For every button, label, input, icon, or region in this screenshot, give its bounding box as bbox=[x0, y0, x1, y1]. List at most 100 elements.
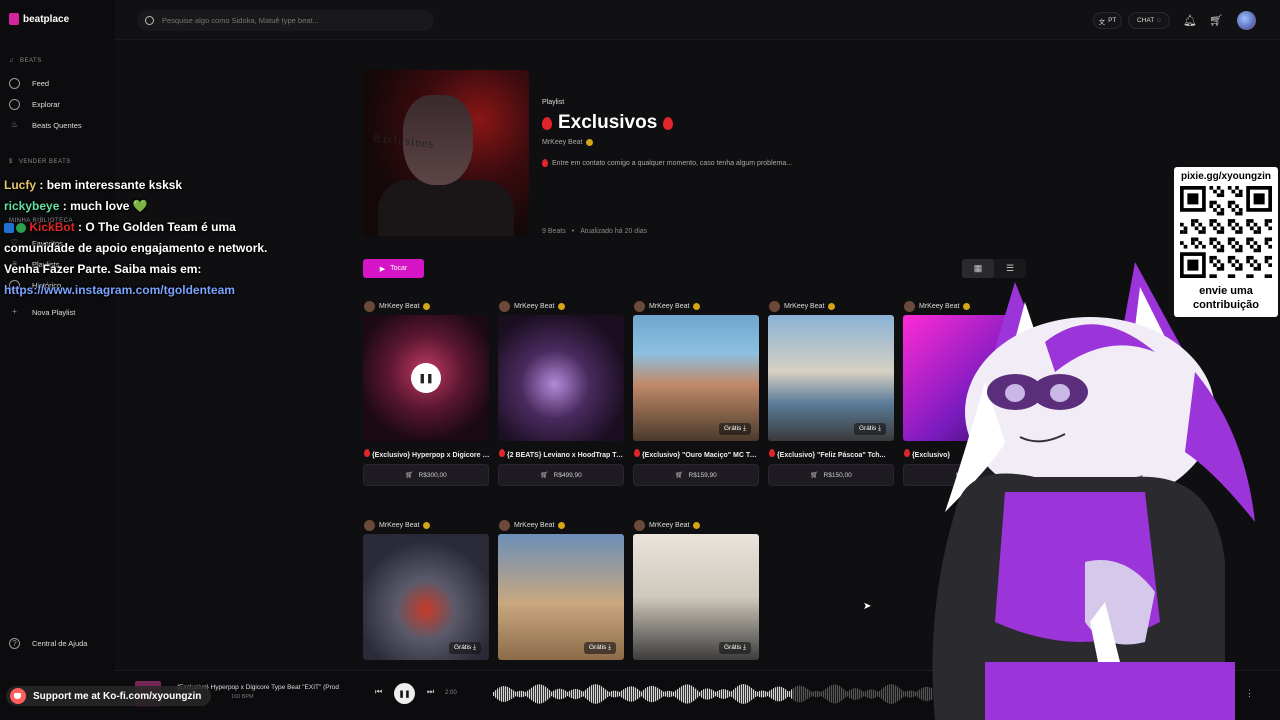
free-download-tag[interactable]: Grátis ⤓ bbox=[583, 642, 616, 654]
next-icon[interactable]: ⏭ bbox=[427, 687, 434, 697]
blood-drop-icon bbox=[499, 449, 505, 457]
beat-title[interactable]: {2 BEATS} Leviano x HoodTrap Type Beat bbox=[499, 449, 624, 459]
play-icon: ▶ bbox=[379, 265, 386, 273]
search-bar[interactable] bbox=[137, 10, 434, 31]
beat-author[interactable]: MrKeey Beat bbox=[364, 301, 431, 312]
cart-icon[interactable]: 🛒︎ bbox=[1209, 14, 1223, 27]
playlist-cover: 𝔈𝔵𝔠𝔩𝔲𝔰𝔦𝔳𝔬𝔰 bbox=[363, 70, 529, 236]
beat-author[interactable]: MrKeey Beat bbox=[364, 520, 431, 531]
verified-badge-icon bbox=[16, 222, 26, 233]
playlist-kind: Playlist bbox=[542, 99, 565, 106]
sidebar: beatplace ♫ BEATS Feed Explorar ♨ Beats … bbox=[0, 0, 115, 720]
current-time: 2:00 bbox=[445, 690, 457, 696]
author-avatar bbox=[499, 520, 510, 531]
beat-card[interactable]: MrKeey Beat Grátis ⤓ {Exclusivo} "Ouro Ma… bbox=[633, 301, 759, 491]
beat-card[interactable]: MrKeey Beat ❚❚ {Exclusivo} Hyperpop x Dig… bbox=[363, 301, 489, 491]
previous-icon[interactable]: ⏮ bbox=[375, 687, 382, 697]
beat-author[interactable]: MrKeey Beat bbox=[634, 520, 701, 531]
free-download-tag[interactable]: Grátis ⤓ bbox=[853, 423, 886, 435]
verified-badge-icon bbox=[693, 522, 701, 529]
bot-badges bbox=[4, 222, 26, 233]
beat-cover[interactable]: Grátis ⤓ bbox=[633, 315, 759, 441]
user-avatar[interactable] bbox=[1237, 11, 1256, 30]
waveform[interactable] bbox=[493, 682, 935, 706]
sidebar-item-help[interactable]: ? Central de Ajuda bbox=[9, 638, 87, 649]
beat-author[interactable]: MrKeey Beat bbox=[499, 301, 566, 312]
app-logo[interactable]: beatplace bbox=[9, 13, 69, 25]
cart-icon: 🛒︎ bbox=[675, 472, 684, 479]
kofi-cup-icon bbox=[10, 688, 26, 704]
free-download-tag[interactable]: Grátis ⤓ bbox=[718, 423, 751, 435]
beat-author[interactable]: MrKeey Beat bbox=[769, 301, 836, 312]
free-download-tag[interactable]: Grátis ⤓ bbox=[448, 642, 481, 654]
chat-button[interactable]: CHAT ◌ bbox=[1128, 12, 1170, 29]
beat-card[interactable]: MrKeey Beat Grátis ⤓ bbox=[633, 520, 759, 660]
chat-message: KickBot : O The Golden Team é uma comuni… bbox=[4, 220, 268, 276]
beat-card[interactable]: MrKeey Beat Grátis ⤓ bbox=[498, 520, 624, 660]
verified-badge-icon bbox=[586, 139, 594, 146]
top-bar: 文 PT CHAT ◌ 🔔︎ 🛒︎ bbox=[115, 0, 1280, 40]
music-note-icon: ♫ bbox=[9, 58, 14, 64]
search-input[interactable] bbox=[162, 16, 422, 25]
now-playing-bpm: 160 BPM bbox=[231, 694, 254, 700]
beat-cover[interactable]: ❚❚ bbox=[363, 315, 489, 441]
beat-author[interactable]: MrKeey Beat bbox=[499, 520, 566, 531]
language-button[interactable]: 文 PT bbox=[1093, 12, 1122, 29]
kofi-banner: Support me at Ko-fi.com/xyoungzin bbox=[6, 686, 212, 706]
stream-chat-overlay: Lucfy : bem interessante ksksk rickybeye… bbox=[4, 175, 304, 301]
pause-button[interactable]: ❚❚ bbox=[394, 683, 415, 704]
sidebar-item-feed[interactable]: Feed bbox=[9, 78, 49, 89]
playlist-title-row: Exclusivos bbox=[542, 112, 674, 134]
dollar-icon: $ bbox=[9, 159, 13, 165]
donation-url: pixie.gg/xyoungzin bbox=[1180, 171, 1271, 182]
author-avatar bbox=[364, 520, 375, 531]
help-icon: ? bbox=[9, 638, 20, 649]
beat-title[interactable]: {Exclusivo} Hyperpop x Digicore Type Bea… bbox=[364, 449, 489, 459]
plus-icon: + bbox=[12, 307, 17, 316]
beat-cover[interactable]: Grátis ⤓ bbox=[633, 534, 759, 660]
cart-icon: 🛒︎ bbox=[540, 472, 549, 479]
buy-button[interactable]: 🛒︎ R$300,00 bbox=[363, 464, 489, 486]
screen: beatplace ♫ BEATS Feed Explorar ♨ Beats … bbox=[0, 0, 1280, 720]
buy-button[interactable]: 🛒︎ R$159,90 bbox=[633, 464, 759, 486]
blood-drop-icon bbox=[542, 116, 552, 130]
free-download-tag[interactable]: Grátis ⤓ bbox=[718, 642, 751, 654]
beat-cover[interactable] bbox=[498, 315, 624, 441]
verified-badge-icon bbox=[828, 303, 836, 310]
sidebar-item-explorar[interactable]: Explorar bbox=[9, 99, 60, 110]
verified-badge-icon bbox=[693, 303, 701, 310]
author-avatar bbox=[634, 520, 645, 531]
vtuber-mascot bbox=[932, 262, 1255, 720]
sidebar-section-beats: ♫ BEATS bbox=[9, 58, 42, 64]
blood-drop-icon bbox=[904, 449, 910, 457]
beat-card[interactable]: MrKeey Beat Grátis ⤓ bbox=[363, 520, 489, 660]
mouse-cursor-icon: ➤ bbox=[863, 601, 872, 612]
sidebar-item-nova-playlist[interactable]: + Nova Playlist bbox=[9, 307, 75, 318]
beat-card[interactable]: MrKeey Beat {2 BEATS} Leviano x HoodTrap… bbox=[498, 301, 624, 491]
cart-icon: 🛒︎ bbox=[810, 472, 819, 479]
chat-bubble-icon: ◌ bbox=[1157, 17, 1162, 24]
buy-button[interactable]: 🛒︎ R$150,00 bbox=[768, 464, 894, 486]
author-avatar bbox=[364, 301, 375, 312]
beat-cover[interactable]: Grátis ⤓ bbox=[768, 315, 894, 441]
play-playlist-button[interactable]: ▶ Tocar bbox=[363, 259, 424, 278]
sidebar-item-beats-quentes[interactable]: ♨ Beats Quentes bbox=[9, 120, 82, 131]
author-avatar bbox=[769, 301, 780, 312]
playlist-author[interactable]: MrKeey Beat bbox=[542, 139, 594, 146]
bell-icon[interactable]: 🔔︎ bbox=[1183, 14, 1197, 27]
beat-cover[interactable]: Grátis ⤓ bbox=[498, 534, 624, 660]
beat-title[interactable]: {Exclusivo} "Feliz Páscoa" Tch... bbox=[769, 449, 894, 459]
beat-author[interactable]: MrKeey Beat bbox=[634, 301, 701, 312]
buy-button[interactable]: 🛒︎ R$499,90 bbox=[498, 464, 624, 486]
beat-cover[interactable]: Grátis ⤓ bbox=[363, 534, 489, 660]
playlist-title: Exclusivos bbox=[558, 112, 658, 133]
cart-icon: 🛒︎ bbox=[405, 472, 414, 479]
blood-drop-icon bbox=[542, 159, 548, 167]
blood-drop-icon bbox=[769, 449, 775, 457]
pause-icon[interactable]: ❚❚ bbox=[411, 363, 441, 393]
beat-title[interactable]: {Exclusivo} "Ouro Maciço" MC Type Beat bbox=[634, 449, 759, 459]
beat-card[interactable]: MrKeey Beat Grátis ⤓ {Exclusivo} "Feliz P… bbox=[768, 301, 894, 491]
blood-drop-icon bbox=[634, 449, 640, 457]
playlist-meta: 9 Beats • Atualizado há 20 dias bbox=[542, 228, 648, 235]
mod-badge-icon bbox=[4, 222, 14, 233]
